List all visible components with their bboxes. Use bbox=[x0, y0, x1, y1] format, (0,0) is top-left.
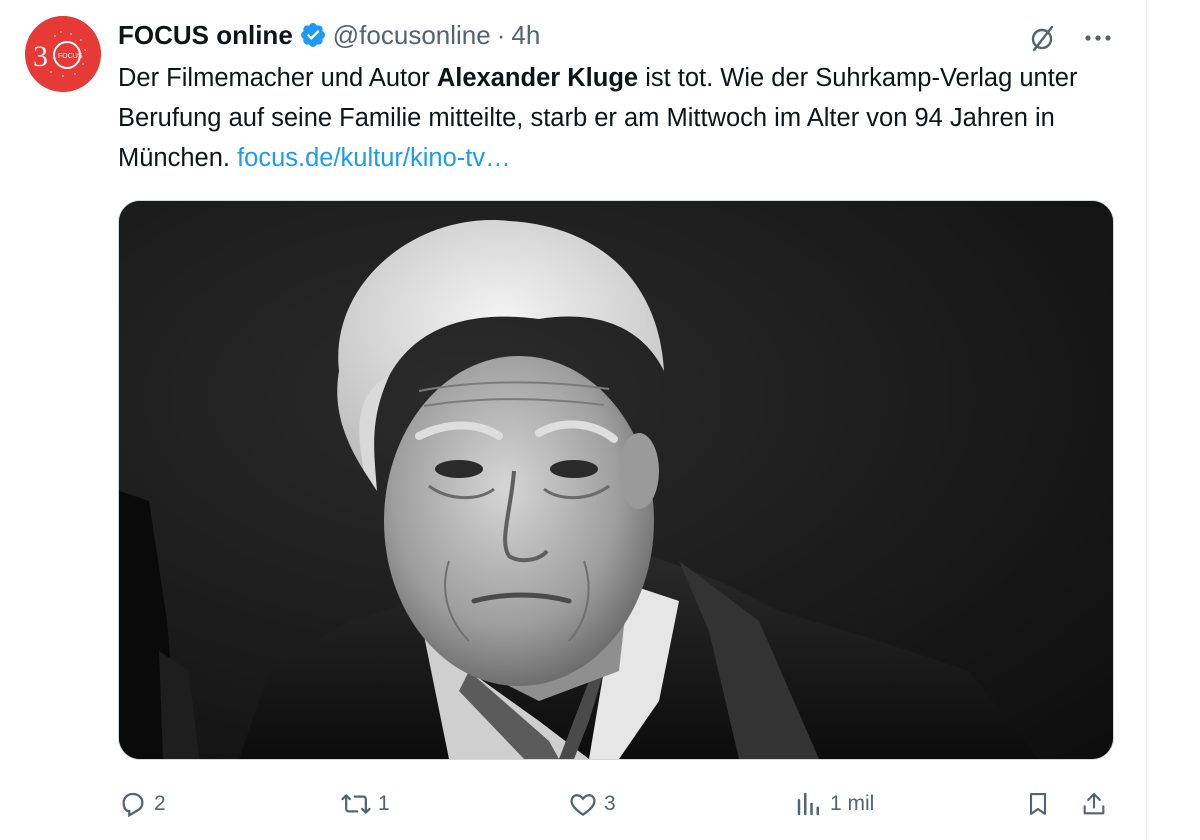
like-count: 3 bbox=[604, 792, 616, 815]
tweet-text-part1: Der Filmemacher und Autor bbox=[118, 64, 437, 92]
retweet-button[interactable]: 1 bbox=[340, 786, 390, 822]
tweet-text-bold: Alexander Kluge bbox=[436, 64, 639, 92]
views-count: 1 mil bbox=[830, 792, 875, 815]
timestamp[interactable]: 4h bbox=[511, 20, 540, 51]
tweet-photo[interactable] bbox=[118, 200, 1114, 760]
like-icon bbox=[570, 794, 596, 816]
tweet-header: FOCUS online @focusonline · 4h bbox=[118, 18, 540, 52]
svg-text:FOCUS: FOCUS bbox=[58, 53, 83, 60]
tweet[interactable]: 3 FOCUS FOCUS online @focusonline · 4h D… bbox=[0, 0, 1146, 840]
tweet-actions: 2 1 3 1 mil bbox=[0, 780, 1146, 830]
avatar[interactable]: 3 FOCUS bbox=[25, 16, 101, 92]
separator-dot: · bbox=[496, 19, 506, 50]
more-button[interactable] bbox=[1078, 18, 1118, 58]
share-icon bbox=[1083, 793, 1105, 815]
retweet-count: 1 bbox=[378, 792, 390, 815]
verified-badge-icon[interactable] bbox=[299, 21, 327, 49]
views-button[interactable]: 1 mil bbox=[794, 786, 874, 822]
reply-count: 2 bbox=[154, 792, 166, 815]
display-name[interactable]: FOCUS online bbox=[118, 20, 293, 51]
views-icon bbox=[797, 792, 819, 816]
handle[interactable]: @focusonline bbox=[333, 20, 491, 51]
reply-icon bbox=[122, 792, 144, 818]
tweet-text: Der Filmemacher und Autor Alexander Klug… bbox=[118, 58, 1128, 178]
svg-text:3: 3 bbox=[33, 40, 48, 73]
retweet-icon bbox=[341, 794, 371, 814]
column-divider bbox=[1146, 0, 1147, 840]
like-button[interactable]: 3 bbox=[568, 786, 616, 822]
grok-button[interactable] bbox=[1022, 18, 1062, 58]
grok-icon bbox=[1031, 25, 1054, 52]
article-link[interactable]: focus.de/kultur/kino-tv… bbox=[237, 144, 511, 172]
share-button[interactable] bbox=[1080, 786, 1108, 822]
more-icon bbox=[1085, 35, 1111, 41]
bookmark-icon bbox=[1029, 793, 1047, 815]
bookmark-button[interactable] bbox=[1024, 786, 1052, 822]
reply-button[interactable]: 2 bbox=[118, 786, 166, 822]
